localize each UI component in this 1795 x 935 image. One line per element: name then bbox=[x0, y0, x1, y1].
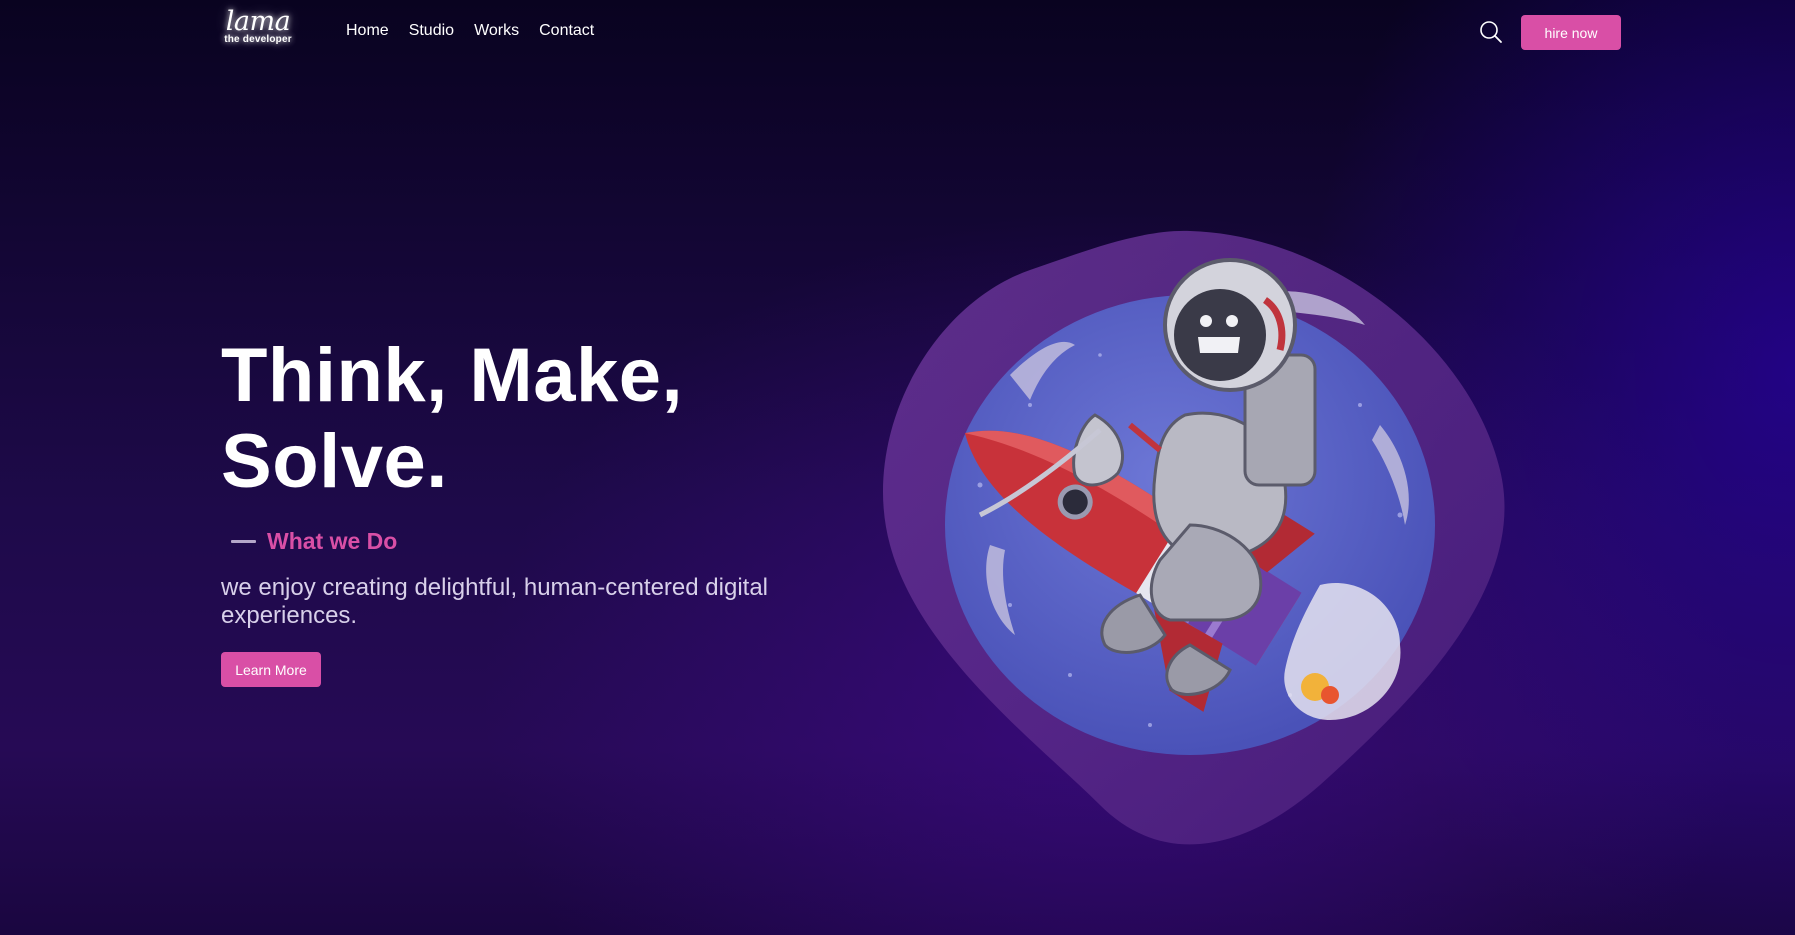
hero-description: we enjoy creating delightful, human-cent… bbox=[221, 574, 768, 629]
brand-logo[interactable]: lama the developer bbox=[221, 8, 295, 52]
hero-title-line-2: Solve. bbox=[221, 419, 448, 504]
hire-now-button[interactable]: hire now bbox=[1521, 15, 1621, 50]
nav-link-contact[interactable]: Contact bbox=[539, 21, 594, 41]
logo-tagline: the developer bbox=[224, 34, 292, 45]
nav-link-home[interactable]: Home bbox=[346, 21, 389, 41]
hero-title: Think, Make, Solve. bbox=[221, 333, 821, 505]
logo-wordmark: lama bbox=[225, 6, 291, 37]
hero-subtitle: What we Do bbox=[267, 528, 398, 554]
nav-link-studio[interactable]: Studio bbox=[409, 21, 454, 41]
subtitle-row: What we Do bbox=[221, 527, 821, 555]
nav-link-works[interactable]: Works bbox=[474, 21, 519, 41]
subtitle-dash-divider bbox=[231, 539, 256, 543]
top-navigation: lama the developer Home Studio Works Con… bbox=[0, 0, 1795, 64]
hero-title-line-1: Think, Make, bbox=[221, 333, 684, 418]
hero-section: Think, Make, Solve. What we Do we enjoy … bbox=[221, 333, 821, 687]
main-menu: Home Studio Works Contact bbox=[346, 21, 594, 41]
learn-more-button[interactable]: Learn More bbox=[221, 652, 321, 687]
astronaut-riding-rocket-illustration bbox=[882, 230, 1505, 845]
search-icon[interactable] bbox=[1479, 20, 1503, 44]
